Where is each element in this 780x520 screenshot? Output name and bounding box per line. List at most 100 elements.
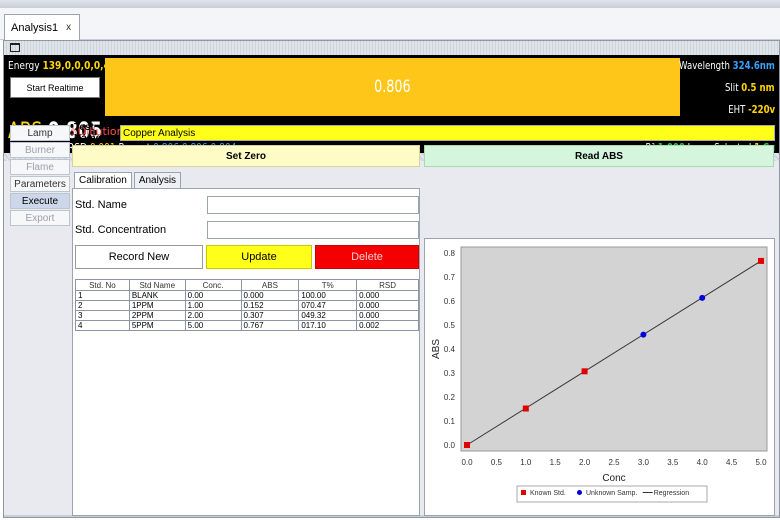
- cell-conc: 5.00: [184, 320, 242, 331]
- std-name-row: Std. Name: [75, 195, 419, 215]
- frame-titlebar: [4, 41, 779, 55]
- table-row[interactable]: 1 BLANK 0.00 0.000 100.00 0.000: [75, 290, 419, 301]
- test-name-field[interactable]: Copper Analysis: [120, 125, 775, 141]
- cell-std-name: 2PPM: [128, 310, 186, 321]
- calibration-buttons: Record New Update Delete: [75, 245, 419, 269]
- cell-std-no: 3: [75, 310, 130, 321]
- cell-tpercent: 017.10: [298, 320, 358, 331]
- table-row[interactable]: 2 1PPM 1.00 0.152 070.47 0.000: [75, 300, 419, 311]
- y-tick-label: 0.7: [444, 273, 456, 282]
- wavelength-readout: Wavelength 324.6nm: [679, 59, 775, 72]
- x-tick-label: 1.5: [550, 458, 562, 467]
- cell-tpercent: 100.00: [298, 290, 358, 301]
- document-tabbar: Analysis1 x: [0, 8, 780, 40]
- cell-rsd: 0.002: [356, 320, 419, 331]
- col-rsd[interactable]: RSD: [356, 279, 419, 291]
- std-concentration-input[interactable]: [207, 221, 419, 239]
- legend-label: Known Std.: [530, 490, 566, 497]
- std-concentration-row: Std. Concentration: [75, 220, 419, 240]
- legend-label: Regression: [654, 490, 690, 497]
- calibration-panel: Std. Name Std. Concentration Record New …: [72, 188, 420, 516]
- cell-std-no: 1: [75, 290, 130, 301]
- nav-item-lamp[interactable]: Lamp: [10, 125, 70, 141]
- y-tick-label: 0.5: [444, 321, 456, 330]
- x-tick-label: 2.5: [608, 458, 620, 467]
- cell-std-no: 2: [75, 300, 130, 311]
- tab-label: Analysis1: [11, 21, 59, 34]
- update-button[interactable]: Update: [206, 245, 312, 269]
- y-tick-label: 0.6: [444, 297, 456, 306]
- energy-label: Energy: [8, 59, 40, 72]
- std-name-input[interactable]: [207, 196, 419, 214]
- eht-readout: EHT -220v: [728, 103, 775, 116]
- tab-analysis[interactable]: Analysis: [133, 172, 182, 188]
- record-new-button[interactable]: Record New: [75, 245, 203, 269]
- x-axis-label: Conc: [602, 473, 625, 484]
- side-navigation: Lamp Burner Flame Parameters Execute Exp…: [10, 125, 70, 227]
- close-icon[interactable]: x: [66, 22, 71, 33]
- x-tick-label: 0.5: [491, 458, 503, 467]
- calibration-chart-panel: 0.0 0.1 0.2 0.3 0.4 0.5 0.6 0.7 0.8 0.0 0.5 1.0 1.5 2…: [424, 238, 775, 516]
- slit-readout: Slit 0.5 nm: [725, 81, 775, 94]
- x-tick-label: 2.0: [579, 458, 591, 467]
- subtab-bar: Calibration Analysis: [74, 172, 183, 188]
- y-tick-label: 0.2: [444, 393, 456, 402]
- tab-analysis1[interactable]: Analysis1 x: [4, 14, 80, 40]
- window-icon[interactable]: [10, 43, 20, 52]
- main-reading-bar: 0.806: [105, 58, 680, 116]
- legend-label: Unknown Samp.: [586, 490, 637, 497]
- col-std-no[interactable]: Std. No: [75, 279, 130, 291]
- cell-rsd: 0.000: [356, 300, 419, 311]
- standards-table: Std. No Std Name Conc. ABS T% RSD 1 BLAN…: [75, 279, 419, 331]
- wavelength-label: Wavelength: [679, 59, 731, 72]
- y-tick-label: 0.4: [444, 345, 456, 354]
- cell-conc: 1.00: [184, 300, 242, 311]
- x-tick-label: 5.0: [755, 458, 767, 467]
- calibration-chart: 0.0 0.1 0.2 0.3 0.4 0.5 0.6 0.7 0.8 0.0 0.5 1.0 1.5 2…: [431, 246, 768, 503]
- test-name-label: Test Name: [74, 122, 102, 144]
- y-tick-label: 0.0: [444, 441, 456, 450]
- tab-calibration[interactable]: Calibration: [74, 172, 132, 188]
- col-tpercent[interactable]: T%: [298, 279, 358, 291]
- nav-item-execute[interactable]: Execute: [10, 193, 70, 209]
- slit-label: Slit: [725, 81, 740, 94]
- cell-conc: 0.00: [184, 290, 242, 301]
- set-zero-button[interactable]: Set Zero: [72, 145, 420, 167]
- std-name-label: Std. Name: [75, 199, 127, 211]
- nav-item-flame[interactable]: Flame: [10, 159, 70, 175]
- cell-std-name: 5PPM: [128, 320, 186, 331]
- cell-conc: 2.00: [184, 310, 242, 321]
- cell-abs: 0.000: [240, 290, 300, 301]
- nav-item-parameters[interactable]: Parameters: [10, 176, 70, 192]
- y-axis-label: ABS: [431, 339, 442, 359]
- legend-unknown-marker: [577, 490, 582, 495]
- col-abs[interactable]: ABS: [240, 279, 300, 291]
- top-strip: [0, 0, 780, 8]
- x-tick-label: 3.5: [667, 458, 679, 467]
- cell-std-name: 1PPM: [128, 300, 186, 311]
- known-std-point: [522, 405, 529, 412]
- cell-tpercent: 049.32: [298, 310, 358, 321]
- table-row[interactable]: 4 5PPM 5.00 0.767 017.10 0.002: [75, 320, 419, 331]
- wavelength-value: 324.6nm: [732, 59, 775, 72]
- x-tick-label: 1.0: [520, 458, 532, 467]
- test-name-row: Test Name Copper Analysis: [72, 122, 775, 144]
- x-tick-label: 0.0: [461, 458, 473, 467]
- known-std-point: [464, 442, 470, 448]
- unknown-sample-point: [699, 294, 706, 301]
- delete-button[interactable]: Delete: [315, 245, 419, 269]
- nav-item-export[interactable]: Export: [10, 210, 70, 226]
- cell-rsd: 0.000: [356, 310, 419, 321]
- cell-rsd: 0.000: [356, 290, 419, 301]
- table-header-row: Std. No Std Name Conc. ABS T% RSD: [75, 279, 419, 291]
- x-tick-label: 3.0: [638, 458, 650, 467]
- std-concentration-label: Std. Concentration: [75, 224, 167, 236]
- col-std-name[interactable]: Std Name: [128, 279, 186, 291]
- legend-known-marker: [521, 490, 526, 495]
- app-window: Analysis1 x Energy 139,0,0,0,0,433,23 St…: [0, 0, 780, 520]
- read-abs-button[interactable]: Read ABS: [424, 145, 774, 167]
- col-conc[interactable]: Conc.: [184, 279, 242, 291]
- start-realtime-button[interactable]: Start Realtime: [10, 77, 100, 98]
- nav-item-burner[interactable]: Burner: [10, 142, 70, 158]
- table-row[interactable]: 3 2PPM 2.00 0.307 049.32 0.000: [75, 310, 419, 321]
